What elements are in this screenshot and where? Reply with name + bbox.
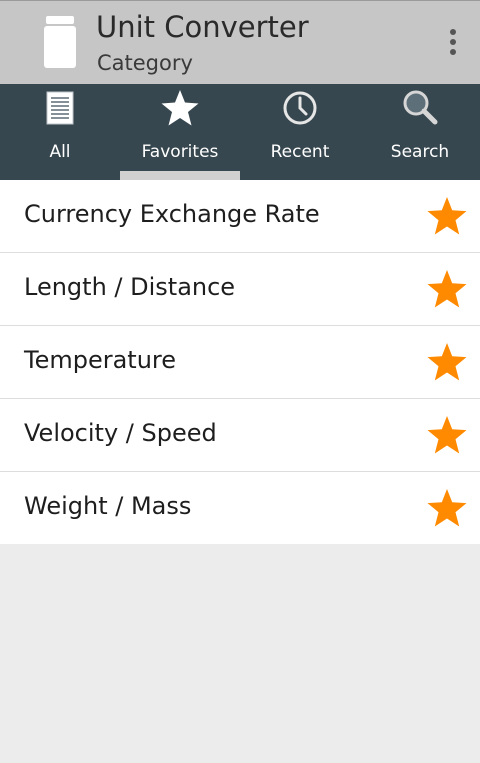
clock-icon	[283, 91, 317, 125]
star-icon[interactable]	[426, 415, 468, 455]
jar-icon	[44, 16, 76, 68]
favorites-list: Currency Exchange Rate Length / Distance…	[0, 180, 480, 544]
tab-recent-label: Recent	[270, 142, 330, 162]
list-item[interactable]: Velocity / Speed	[0, 399, 480, 472]
tab-all[interactable]: All	[0, 84, 120, 180]
list-item-label: Length / Distance	[24, 273, 236, 301]
list-item-label: Currency Exchange Rate	[24, 200, 320, 228]
list-item-label: Weight / Mass	[24, 492, 192, 520]
tab-favorites[interactable]: Favorites	[120, 84, 240, 180]
tab-all-label: All	[49, 142, 71, 162]
overflow-menu-icon[interactable]	[438, 22, 468, 62]
list-item[interactable]: Length / Distance	[0, 253, 480, 326]
list-item[interactable]: Currency Exchange Rate	[0, 180, 480, 253]
list-item[interactable]: Weight / Mass	[0, 472, 480, 544]
tab-search[interactable]: Search	[360, 84, 480, 180]
tab-selected-indicator	[120, 171, 240, 180]
list-item-label: Velocity / Speed	[24, 419, 217, 447]
list-item-label: Temperature	[24, 346, 177, 374]
tab-search-label: Search	[390, 142, 450, 162]
search-icon	[403, 90, 438, 125]
star-icon[interactable]	[426, 196, 468, 236]
list-icon	[46, 91, 74, 125]
tab-favorites-label: Favorites	[141, 142, 219, 162]
app-subtitle: Category	[97, 51, 193, 75]
star-icon	[161, 90, 199, 126]
star-icon[interactable]	[426, 342, 468, 382]
app-title: Unit Converter	[96, 10, 309, 44]
star-icon[interactable]	[426, 488, 468, 528]
list-item[interactable]: Temperature	[0, 326, 480, 399]
tab-bar: All Favorites Recent Search	[0, 84, 480, 180]
tab-recent[interactable]: Recent	[240, 84, 360, 180]
star-icon[interactable]	[426, 269, 468, 309]
action-bar: Unit Converter Category	[0, 0, 480, 84]
